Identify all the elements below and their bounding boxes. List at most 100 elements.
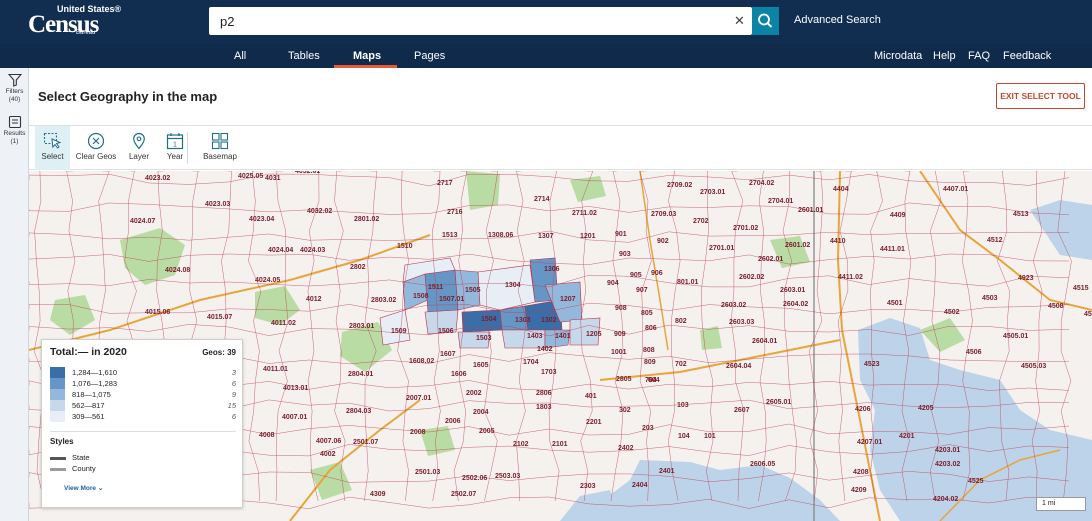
census-logo[interactable]: United States® Census Bureau [28, 4, 121, 38]
layer-button[interactable]: Layer [125, 126, 153, 170]
tract-label: 2805 [616, 376, 632, 383]
tract-label: 1605 [473, 362, 489, 369]
tract-label: 1608.02 [409, 358, 434, 365]
layer-label: Layer [128, 152, 149, 161]
tract-label: 2603.02 [721, 302, 746, 309]
tract-label: 2603.03 [729, 319, 754, 326]
tract-label: 1506 [438, 328, 454, 335]
tract-label: 801.01 [677, 279, 699, 286]
tract-label: 2704.02 [749, 180, 774, 187]
tract-label: 1505 [465, 287, 481, 294]
legend-class-row: 1,284—1,610 3 [50, 367, 236, 378]
tract-boundary-line [29, 173, 1070, 187]
results-button[interactable]: Results (1) [0, 115, 29, 146]
tract-boundary-line [307, 171, 320, 502]
tract-label: 1513 [442, 232, 458, 239]
tab-maps[interactable]: Maps [353, 50, 381, 62]
exit-select-tool-button[interactable]: EXIT SELECT TOOL [996, 83, 1085, 109]
park-area [310, 462, 352, 500]
filters-label: Filters [5, 88, 24, 95]
park-area [120, 228, 185, 285]
tract-label: 4002 [320, 451, 336, 458]
tract-label: 4209 [851, 487, 867, 494]
tract-label: 2601.02 [785, 242, 810, 249]
tract-label: 4411.01 [880, 246, 905, 253]
clear-search-icon[interactable]: ✕ [734, 13, 745, 29]
water-area [1030, 200, 1092, 260]
tract-label: 906 [651, 270, 663, 277]
legend-range: 1,076—1,283 [72, 379, 118, 388]
clear-geos-button[interactable]: Clear Geos [74, 126, 118, 170]
tract-label: 2303 [580, 483, 596, 490]
tract-label: 2709.03 [651, 211, 676, 218]
tract-label: 2002 [466, 390, 482, 397]
tract-label: 2606.05 [750, 461, 775, 468]
tract-boundary-line [668, 171, 681, 502]
year-button[interactable]: 1 Year [163, 126, 187, 170]
tab-pages[interactable]: Pages [414, 50, 445, 62]
tract-label: 1304 [505, 282, 521, 289]
state-line-swatch [50, 457, 66, 460]
tract-label: 4024.03 [300, 247, 325, 254]
highway [289, 399, 421, 521]
tract-label: 4515 [1073, 285, 1089, 292]
search-icon [758, 13, 773, 28]
tract-label: 4513 [1013, 211, 1029, 218]
search-input[interactable] [209, 7, 729, 35]
tract-label: 908 [615, 305, 627, 312]
basemap-button[interactable]: Basemap [199, 126, 241, 170]
tract-label: 4204.02 [933, 496, 958, 503]
tract-label: 2804.01 [348, 371, 373, 378]
select-cursor-icon [43, 132, 61, 149]
tract-label: 806 [645, 325, 657, 332]
select-label: Select [41, 152, 64, 161]
tract-label: 4024.08 [165, 267, 190, 274]
tract-label: 4506 [966, 349, 982, 356]
tab-tables[interactable]: Tables [288, 50, 320, 62]
search-button[interactable] [752, 7, 779, 35]
advanced-search-link[interactable]: Advanced Search [794, 14, 881, 26]
tract-label: 4514 [1084, 311, 1092, 318]
microdata-link[interactable]: Microdata [874, 50, 922, 62]
tract-label: 1504 [481, 316, 497, 323]
results-label: Results [3, 130, 26, 137]
results-icon [8, 115, 21, 129]
tract-label: 2604.01 [752, 338, 777, 345]
view-more-label: View More [64, 485, 97, 492]
feedback-link[interactable]: Feedback [1003, 50, 1051, 62]
tract-label: 808 [643, 347, 655, 354]
main-nav: All Tables Maps Pages Microdata Help FAQ… [0, 44, 1092, 68]
tract-label: 4523 [864, 361, 880, 368]
tract-label: 1607 [440, 351, 456, 358]
legend-title: Total:— in 2020 [50, 346, 127, 358]
filters-count: (40) [8, 96, 21, 103]
faq-link[interactable]: FAQ [968, 50, 990, 62]
tract-label: 4023.04 [249, 216, 274, 223]
county-line-swatch [50, 468, 66, 471]
tract-label: 2101 [552, 441, 568, 448]
select-tool-button[interactable]: Select [35, 126, 70, 170]
tract-label: 4411.02 [838, 274, 863, 281]
tract-label: 1307 [538, 233, 554, 240]
tab-all[interactable]: All [234, 50, 246, 62]
tract-label: 2716 [447, 209, 463, 216]
legend-styles-title: Styles [50, 437, 74, 446]
tract-label: 2401 [659, 468, 675, 475]
tract-label: 4923 [1018, 275, 1034, 282]
clear-geos-label: Clear Geos [75, 152, 117, 161]
tract-label: 2605.01 [766, 399, 791, 406]
legend-class-row: 309—561 6 [50, 411, 236, 422]
calendar-icon: 1 [166, 133, 184, 150]
tract-label: 1201 [580, 233, 596, 240]
park-area [920, 318, 965, 352]
view-more-link[interactable]: View More ⌄ [64, 484, 103, 492]
tract-1507-01 [424, 269, 459, 313]
help-link[interactable]: Help [933, 50, 956, 62]
tract-label: 4007.01 [282, 414, 307, 421]
tract-boundary-line [809, 171, 824, 502]
tract-label: 1401 [555, 333, 571, 340]
park-area [770, 236, 810, 268]
tract-label: 2503.03 [495, 473, 520, 480]
filters-button[interactable]: Filters (40) [0, 73, 29, 104]
legend-count: 6 [231, 412, 236, 421]
